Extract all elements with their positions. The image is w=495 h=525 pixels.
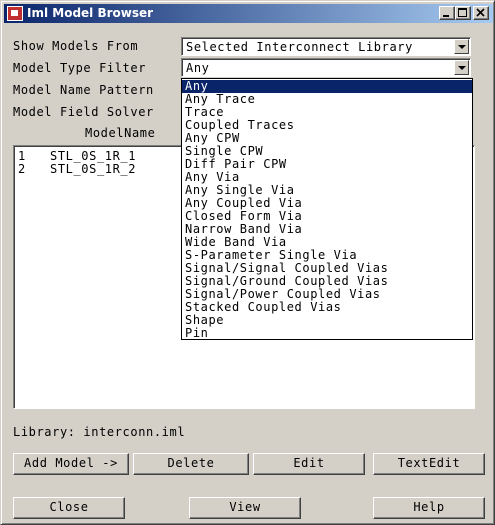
textedit-button[interactable]: TextEdit — [373, 453, 485, 475]
dropdown-option[interactable]: Pin — [182, 327, 472, 340]
chevron-down-icon[interactable] — [454, 60, 469, 75]
add-model-button[interactable]: Add Model -> — [13, 453, 129, 475]
show-models-from-label: Show Models From — [13, 39, 139, 53]
model-browser-window: Iml Model Browser Show Models From Selec… — [0, 0, 495, 525]
dropdown-option[interactable]: Stacked Coupled Vias — [182, 301, 472, 314]
close-button[interactable]: Close — [13, 497, 125, 519]
minimize-button[interactable] — [439, 6, 455, 20]
model-field-solver-label: Model Field Solver — [13, 105, 154, 119]
row-number: 2 — [18, 162, 26, 176]
edit-button[interactable]: Edit — [253, 453, 365, 475]
chevron-down-icon[interactable] — [454, 39, 469, 54]
library-label: Library: interconn.iml — [13, 425, 186, 439]
minimize-icon — [443, 15, 449, 17]
close-icon — [476, 8, 485, 17]
modelname-column-header[interactable]: ModelName — [85, 126, 155, 140]
show-models-from-value: Selected Interconnect Library — [186, 40, 413, 54]
window-title: Iml Model Browser — [27, 6, 154, 20]
list-item[interactable]: 1 STL_0S_1R_1 — [18, 149, 136, 163]
view-button[interactable]: View — [189, 497, 301, 519]
model-type-dropdown-list[interactable]: Any Any Trace Trace Coupled Traces Any CPW Si… — [181, 78, 473, 340]
row-number: 1 — [18, 149, 26, 163]
dropdown-option[interactable]: Any Trace — [182, 93, 472, 106]
show-models-from-select[interactable]: Selected Interconnect Library — [181, 37, 471, 56]
model-name: STL_0S_1R_1 — [50, 149, 137, 163]
maximize-button[interactable] — [455, 6, 471, 20]
maximize-icon — [458, 8, 467, 17]
app-icon — [7, 6, 23, 21]
dropdown-option[interactable]: Shape — [182, 314, 472, 327]
delete-button[interactable]: Delete — [133, 453, 249, 475]
model-type-filter-select[interactable]: Any — [181, 58, 471, 77]
model-type-filter-label: Model Type Filter — [13, 61, 147, 75]
model-name-pattern-label: Model Name Pattern — [13, 83, 154, 97]
model-name: STL_0S_1R_2 — [50, 162, 137, 176]
model-type-filter-value: Any — [186, 61, 210, 75]
close-window-button[interactable] — [473, 6, 489, 20]
list-item[interactable]: 2 STL_0S_1R_2 — [18, 162, 136, 176]
help-button[interactable]: Help — [373, 497, 485, 519]
title-bar[interactable]: Iml Model Browser — [4, 4, 493, 23]
